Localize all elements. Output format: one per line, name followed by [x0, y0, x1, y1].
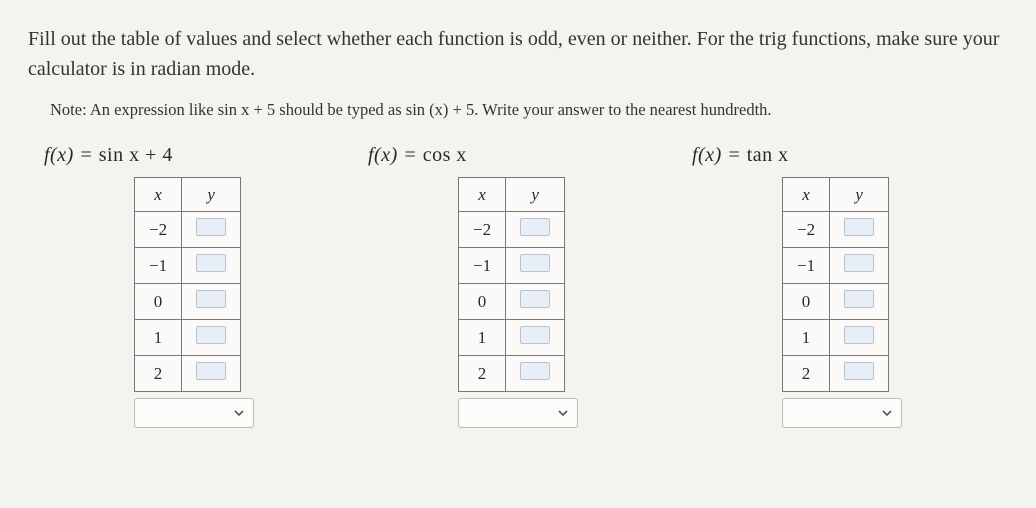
x-cell: 0	[135, 284, 182, 320]
fn-rhs: sin x + 4	[99, 144, 173, 166]
table-row: 2	[135, 356, 241, 392]
x-cell: 1	[783, 320, 830, 356]
x-cell: 1	[459, 320, 506, 356]
function-block-3: f(x) = tan x x y −2 −1 0 1 2	[692, 144, 992, 428]
tables-row: f(x) = sin x + 4 x y −2 −1 0 1 2 f(x) = …	[28, 144, 1008, 428]
fn-rhs: cos x	[423, 144, 467, 166]
y-input[interactable]	[844, 326, 874, 344]
x-cell: −1	[135, 248, 182, 284]
x-cell: 1	[135, 320, 182, 356]
y-input[interactable]	[844, 362, 874, 380]
fn-lhs: f(x) =	[44, 144, 99, 166]
y-input[interactable]	[520, 326, 550, 344]
chevron-down-icon	[233, 407, 245, 419]
note-suffix: . Write your answer to the nearest hundr…	[474, 100, 771, 119]
y-input[interactable]	[520, 290, 550, 308]
classification-select-3[interactable]	[782, 398, 902, 428]
y-input[interactable]	[844, 290, 874, 308]
y-input[interactable]	[196, 326, 226, 344]
values-table-3: x y −2 −1 0 1 2	[782, 177, 889, 392]
table-row: −2	[459, 212, 565, 248]
x-cell: −2	[783, 212, 830, 248]
header-y: y	[830, 178, 889, 212]
y-input[interactable]	[196, 290, 226, 308]
x-cell: −2	[135, 212, 182, 248]
table-row: 1	[135, 320, 241, 356]
note-expr2: sin (x) + 5	[406, 100, 474, 119]
function-label-1: f(x) = sin x + 4	[44, 144, 173, 167]
note-prefix: Note: An expression like	[50, 100, 218, 119]
x-cell: 2	[459, 356, 506, 392]
header-x: x	[459, 178, 506, 212]
chevron-down-icon	[881, 407, 893, 419]
table-row: −1	[459, 248, 565, 284]
y-input[interactable]	[844, 254, 874, 272]
header-y: y	[506, 178, 565, 212]
header-x: x	[135, 178, 182, 212]
chevron-down-icon	[557, 407, 569, 419]
table-row: 0	[783, 284, 889, 320]
function-block-2: f(x) = cos x x y −2 −1 0 1 2	[368, 144, 668, 428]
fn-rhs: tan x	[747, 144, 789, 166]
table-row: 2	[459, 356, 565, 392]
table-header-row: x y	[783, 178, 889, 212]
table-row: −2	[783, 212, 889, 248]
function-block-1: f(x) = sin x + 4 x y −2 −1 0 1 2	[44, 144, 344, 428]
table-header-row: x y	[135, 178, 241, 212]
header-x: x	[783, 178, 830, 212]
x-cell: 2	[783, 356, 830, 392]
note-text: Note: An expression like sin x + 5 shoul…	[50, 100, 1008, 120]
table-row: 1	[459, 320, 565, 356]
table-row: 0	[135, 284, 241, 320]
classification-select-1[interactable]	[134, 398, 254, 428]
function-label-3: f(x) = tan x	[692, 144, 789, 167]
y-input[interactable]	[196, 254, 226, 272]
table-row: −1	[135, 248, 241, 284]
x-cell: 0	[783, 284, 830, 320]
x-cell: −1	[783, 248, 830, 284]
values-table-2: x y −2 −1 0 1 2	[458, 177, 565, 392]
fn-lhs: f(x) =	[368, 144, 423, 166]
table-row: 1	[783, 320, 889, 356]
y-input[interactable]	[520, 362, 550, 380]
y-input[interactable]	[520, 254, 550, 272]
note-expr1: sin x + 5	[218, 100, 275, 119]
x-cell: 0	[459, 284, 506, 320]
function-label-2: f(x) = cos x	[368, 144, 467, 167]
table-header-row: x y	[459, 178, 565, 212]
y-input[interactable]	[196, 218, 226, 236]
table-row: 0	[459, 284, 565, 320]
y-input[interactable]	[520, 218, 550, 236]
table-row: −1	[783, 248, 889, 284]
x-cell: −1	[459, 248, 506, 284]
table-row: −2	[135, 212, 241, 248]
x-cell: −2	[459, 212, 506, 248]
intro-text: Fill out the table of values and select …	[28, 24, 1008, 84]
table-row: 2	[783, 356, 889, 392]
classification-select-2[interactable]	[458, 398, 578, 428]
y-input[interactable]	[844, 218, 874, 236]
values-table-1: x y −2 −1 0 1 2	[134, 177, 241, 392]
x-cell: 2	[135, 356, 182, 392]
fn-lhs: f(x) =	[692, 144, 747, 166]
note-mid: should be typed as	[275, 100, 406, 119]
y-input[interactable]	[196, 362, 226, 380]
header-y: y	[182, 178, 241, 212]
